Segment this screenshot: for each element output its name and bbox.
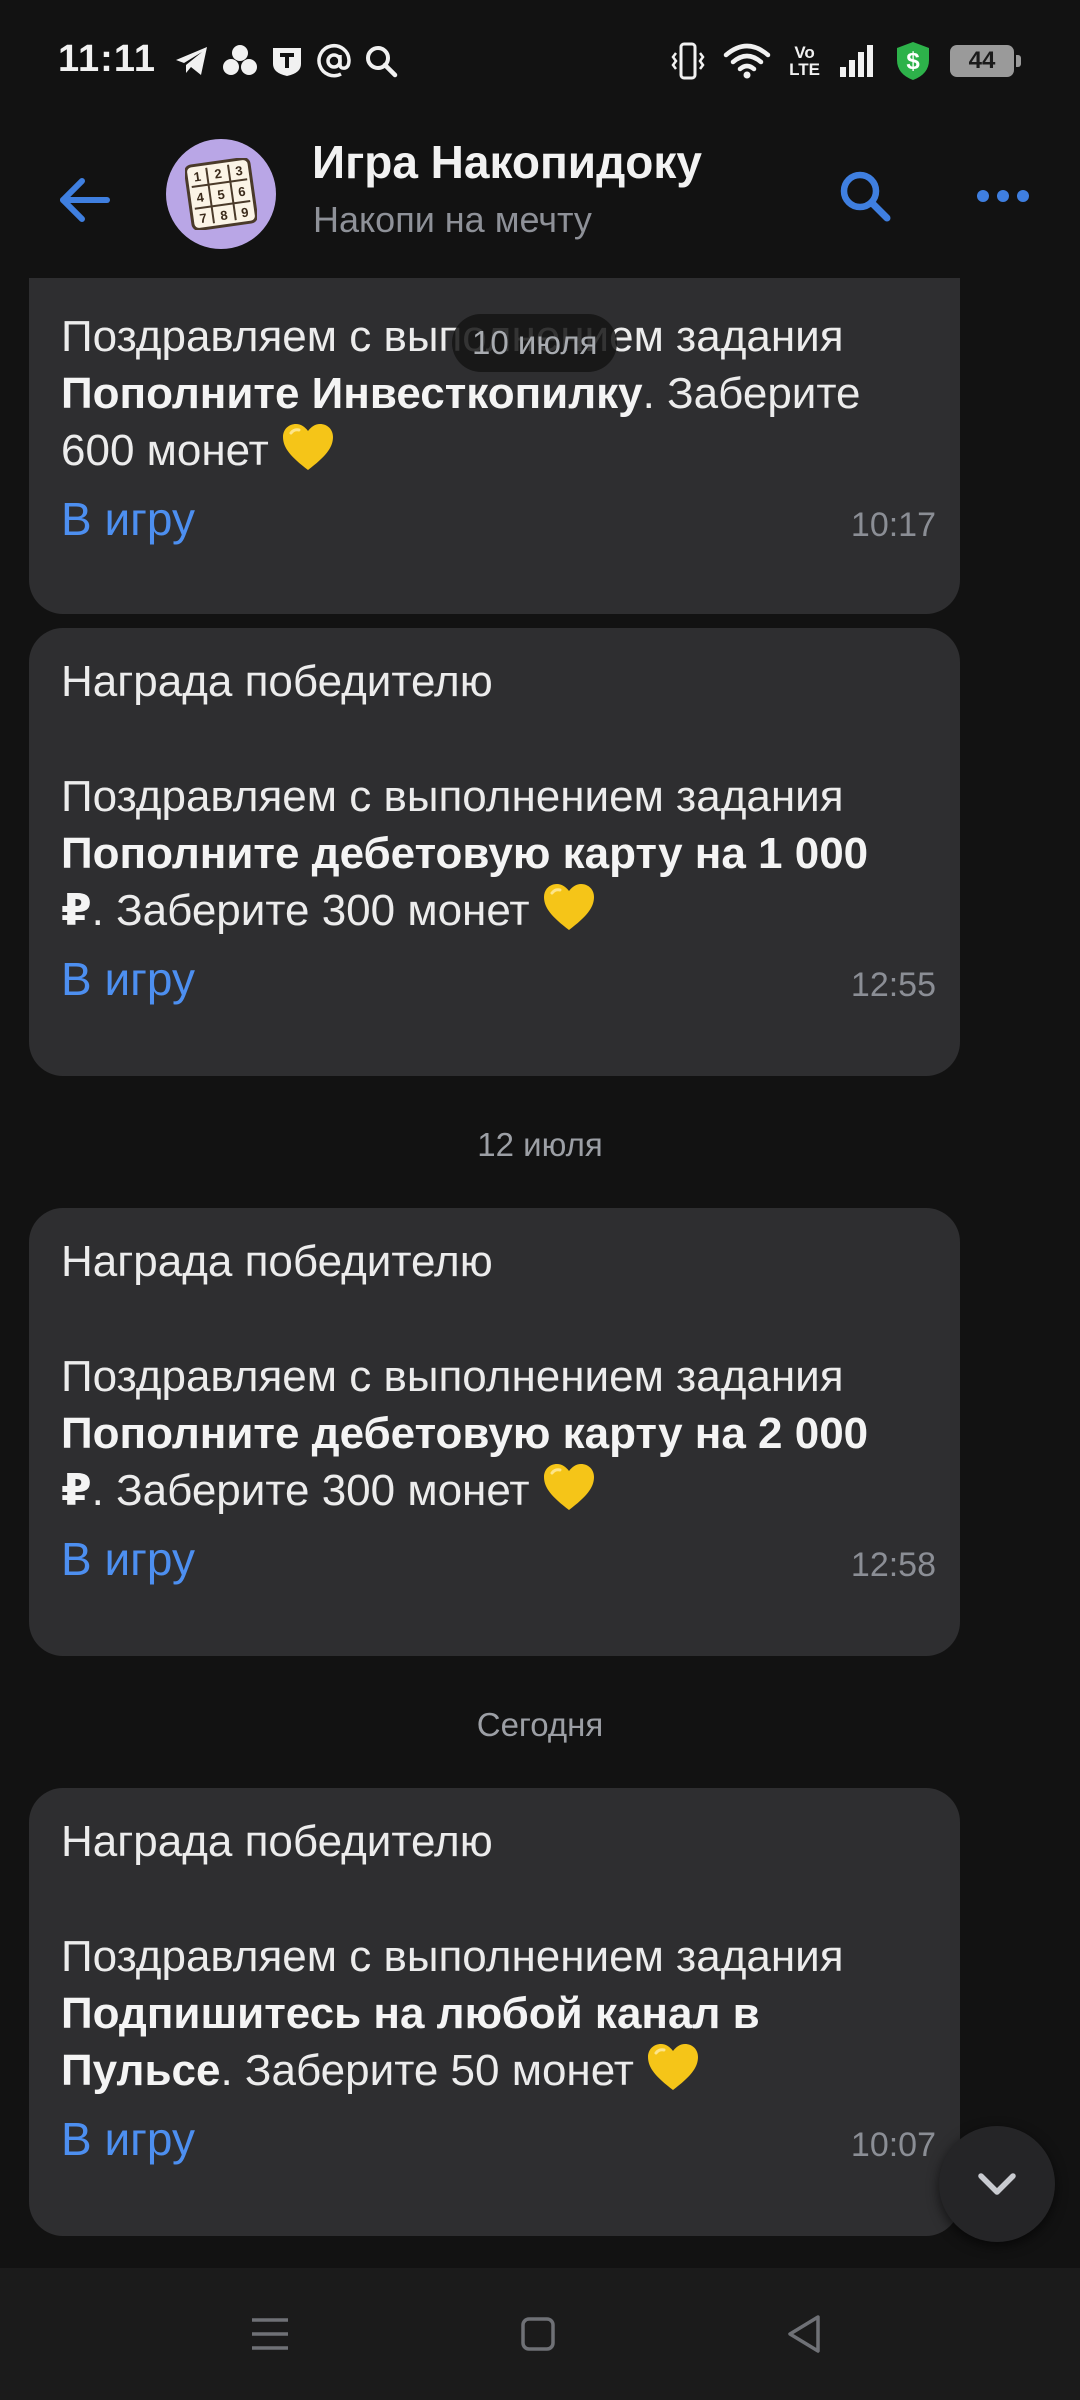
signal-icon xyxy=(838,43,876,79)
vibrate-icon xyxy=(671,41,705,81)
sudoku-grid-icon: 123 456 789 xyxy=(185,158,257,230)
status-notification-icons xyxy=(174,40,398,82)
message-list[interactable]: Поздравляем с выполнением задания Пополн… xyxy=(0,278,1080,2268)
task-name: Пополните дебетовую карту на 2 000 xyxy=(61,1409,869,1458)
yellow-heart-icon xyxy=(542,1463,596,1527)
search-icon xyxy=(840,171,891,222)
home-button[interactable] xyxy=(508,2304,568,2364)
more-options-button[interactable] xyxy=(968,161,1038,231)
t-badge-icon xyxy=(270,44,304,78)
search-button[interactable] xyxy=(830,161,900,231)
message-title: Награда победителю xyxy=(61,1817,493,1866)
back-triangle-icon xyxy=(788,2315,820,2353)
message-line: ₽. Заберите 300 монет xyxy=(61,882,596,947)
message-line: Поздравляем с выполнением задания xyxy=(61,1348,844,1405)
message-time: 12:58 xyxy=(850,1546,936,1584)
wifi-icon xyxy=(723,42,771,80)
message-line: Пополните Инвесткопилку. Заберите xyxy=(61,365,861,422)
system-nav-bar xyxy=(0,2268,1080,2400)
message-text: Поздравляем с выполнением задания xyxy=(61,1352,844,1401)
message-line: 600 монет xyxy=(61,422,335,487)
message-time: 10:17 xyxy=(850,506,936,544)
message-line: Поздравляем с выполнением задания xyxy=(61,1928,844,1985)
message-time: 12:55 xyxy=(850,966,936,1004)
message-line: ₽. Заберите 300 монет xyxy=(61,1462,596,1527)
home-icon xyxy=(521,2317,555,2351)
message-line: Подпишитесь на любой канал в xyxy=(61,1985,760,2042)
play-game-link[interactable]: В игру xyxy=(61,492,195,546)
message-text: . Заберите xyxy=(642,369,861,418)
message-line: Пульсе. Заберите 50 монет xyxy=(61,2042,700,2107)
scroll-to-bottom-button[interactable] xyxy=(939,2126,1055,2242)
message-bubble: Награда победителю Поздравляем с выполне… xyxy=(29,1788,960,2236)
message-line: Пополните дебетовую карту на 1 000 xyxy=(61,825,868,882)
task-name: ₽ xyxy=(61,886,92,935)
yellow-heart-icon xyxy=(646,2043,700,2107)
back-button[interactable] xyxy=(52,168,116,232)
message-text: . Заберите 300 монет xyxy=(91,886,542,935)
svg-text:$: $ xyxy=(906,48,920,75)
more-horizontal-icon xyxy=(977,190,1029,202)
message-time: 10:07 xyxy=(850,2126,936,2164)
recent-apps-button[interactable] xyxy=(240,2304,300,2364)
battery-level: 44 xyxy=(968,47,996,74)
chat-title[interactable]: Игра Накопидоку xyxy=(312,135,702,189)
search-icon xyxy=(364,44,398,78)
chat-avatar[interactable]: 123 456 789 xyxy=(166,139,276,249)
message-title: Награда победителю xyxy=(61,657,493,706)
task-name: ₽ xyxy=(61,1466,92,1515)
floating-date: 10 июля xyxy=(452,314,618,372)
battery-icon: 44 xyxy=(950,45,1021,77)
task-name: Пульсе xyxy=(61,2046,221,2095)
telegram-icon xyxy=(174,44,210,78)
yellow-heart-icon xyxy=(542,883,596,947)
status-bar: 11:11 Vo LTE $ 44 xyxy=(0,0,1080,125)
chat-subtitle: Накопи на мечту xyxy=(313,199,592,240)
menu-icon xyxy=(252,2318,288,2350)
play-game-link[interactable]: В игру xyxy=(61,1532,195,1586)
message-text: Поздравляем с выполнением задания xyxy=(61,1932,844,1981)
message-bubble: Награда победителю Поздравляем с выполне… xyxy=(29,1208,960,1656)
status-system-icons: Vo LTE $ 44 xyxy=(671,40,1021,82)
task-name: Пополните Инвесткопилку xyxy=(61,369,643,418)
message-line: Пополните дебетовую карту на 2 000 xyxy=(61,1405,868,1462)
date-separator: Сегодня xyxy=(476,1706,604,1743)
status-time: 11:11 xyxy=(58,38,156,80)
date-separator: 12 июля xyxy=(477,1126,603,1163)
at-sign-icon xyxy=(316,43,352,79)
message-text: . Заберите 50 монет xyxy=(220,2046,647,2095)
message-line: Поздравляем с выполнением задания xyxy=(61,768,844,825)
chat-header: 123 456 789 Игра Накопидоку Накопи на ме… xyxy=(0,125,1080,275)
arrow-left-icon xyxy=(60,178,110,222)
yellow-heart-icon xyxy=(281,423,335,487)
play-game-link[interactable]: В игру xyxy=(61,2112,195,2166)
message-text: 600 монет xyxy=(61,426,282,475)
shield-dollar-icon: $ xyxy=(894,40,932,82)
chevron-down-icon xyxy=(978,2173,1016,2195)
message-title: Награда победителю xyxy=(61,1237,493,1286)
message-text: Поздравляем с выполнением задания xyxy=(61,772,844,821)
task-name: Подпишитесь на любой канал в xyxy=(61,1989,760,2038)
back-nav-button[interactable] xyxy=(774,2304,834,2364)
message-bubble: Награда победителю Поздравляем с выполне… xyxy=(29,628,960,1076)
message-text: . Заберите 300 монет xyxy=(91,1466,542,1515)
play-game-link[interactable]: В игру xyxy=(61,952,195,1006)
clover-icon xyxy=(222,43,258,79)
volte-icon: Vo LTE xyxy=(789,43,820,79)
task-name: Пополните дебетовую карту на 1 000 xyxy=(61,829,869,878)
